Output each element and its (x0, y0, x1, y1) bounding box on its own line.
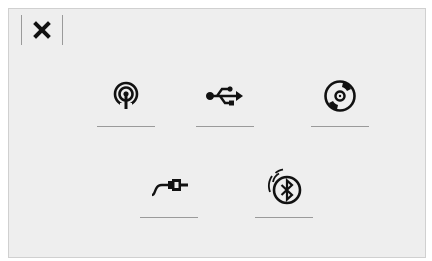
source-divider (97, 126, 155, 127)
source-cd-button[interactable] (311, 75, 369, 127)
usb-icon (206, 86, 243, 106)
source-divider (311, 126, 369, 127)
source-divider (196, 126, 254, 127)
aux-cable-icon (151, 179, 188, 197)
radio-broadcast-icon (113, 81, 139, 109)
source-aux-button[interactable] (140, 166, 198, 218)
source-divider (255, 217, 313, 218)
source-selection-panel (8, 8, 426, 258)
source-bluetooth-button[interactable] (255, 166, 313, 218)
bluetooth-icon (268, 168, 302, 205)
source-usb-button[interactable] (196, 75, 254, 127)
close-icon (33, 21, 51, 39)
close-button[interactable] (21, 15, 63, 45)
source-radio-button[interactable] (97, 75, 155, 127)
cd-disc-icon (324, 80, 356, 112)
source-divider (140, 217, 198, 218)
